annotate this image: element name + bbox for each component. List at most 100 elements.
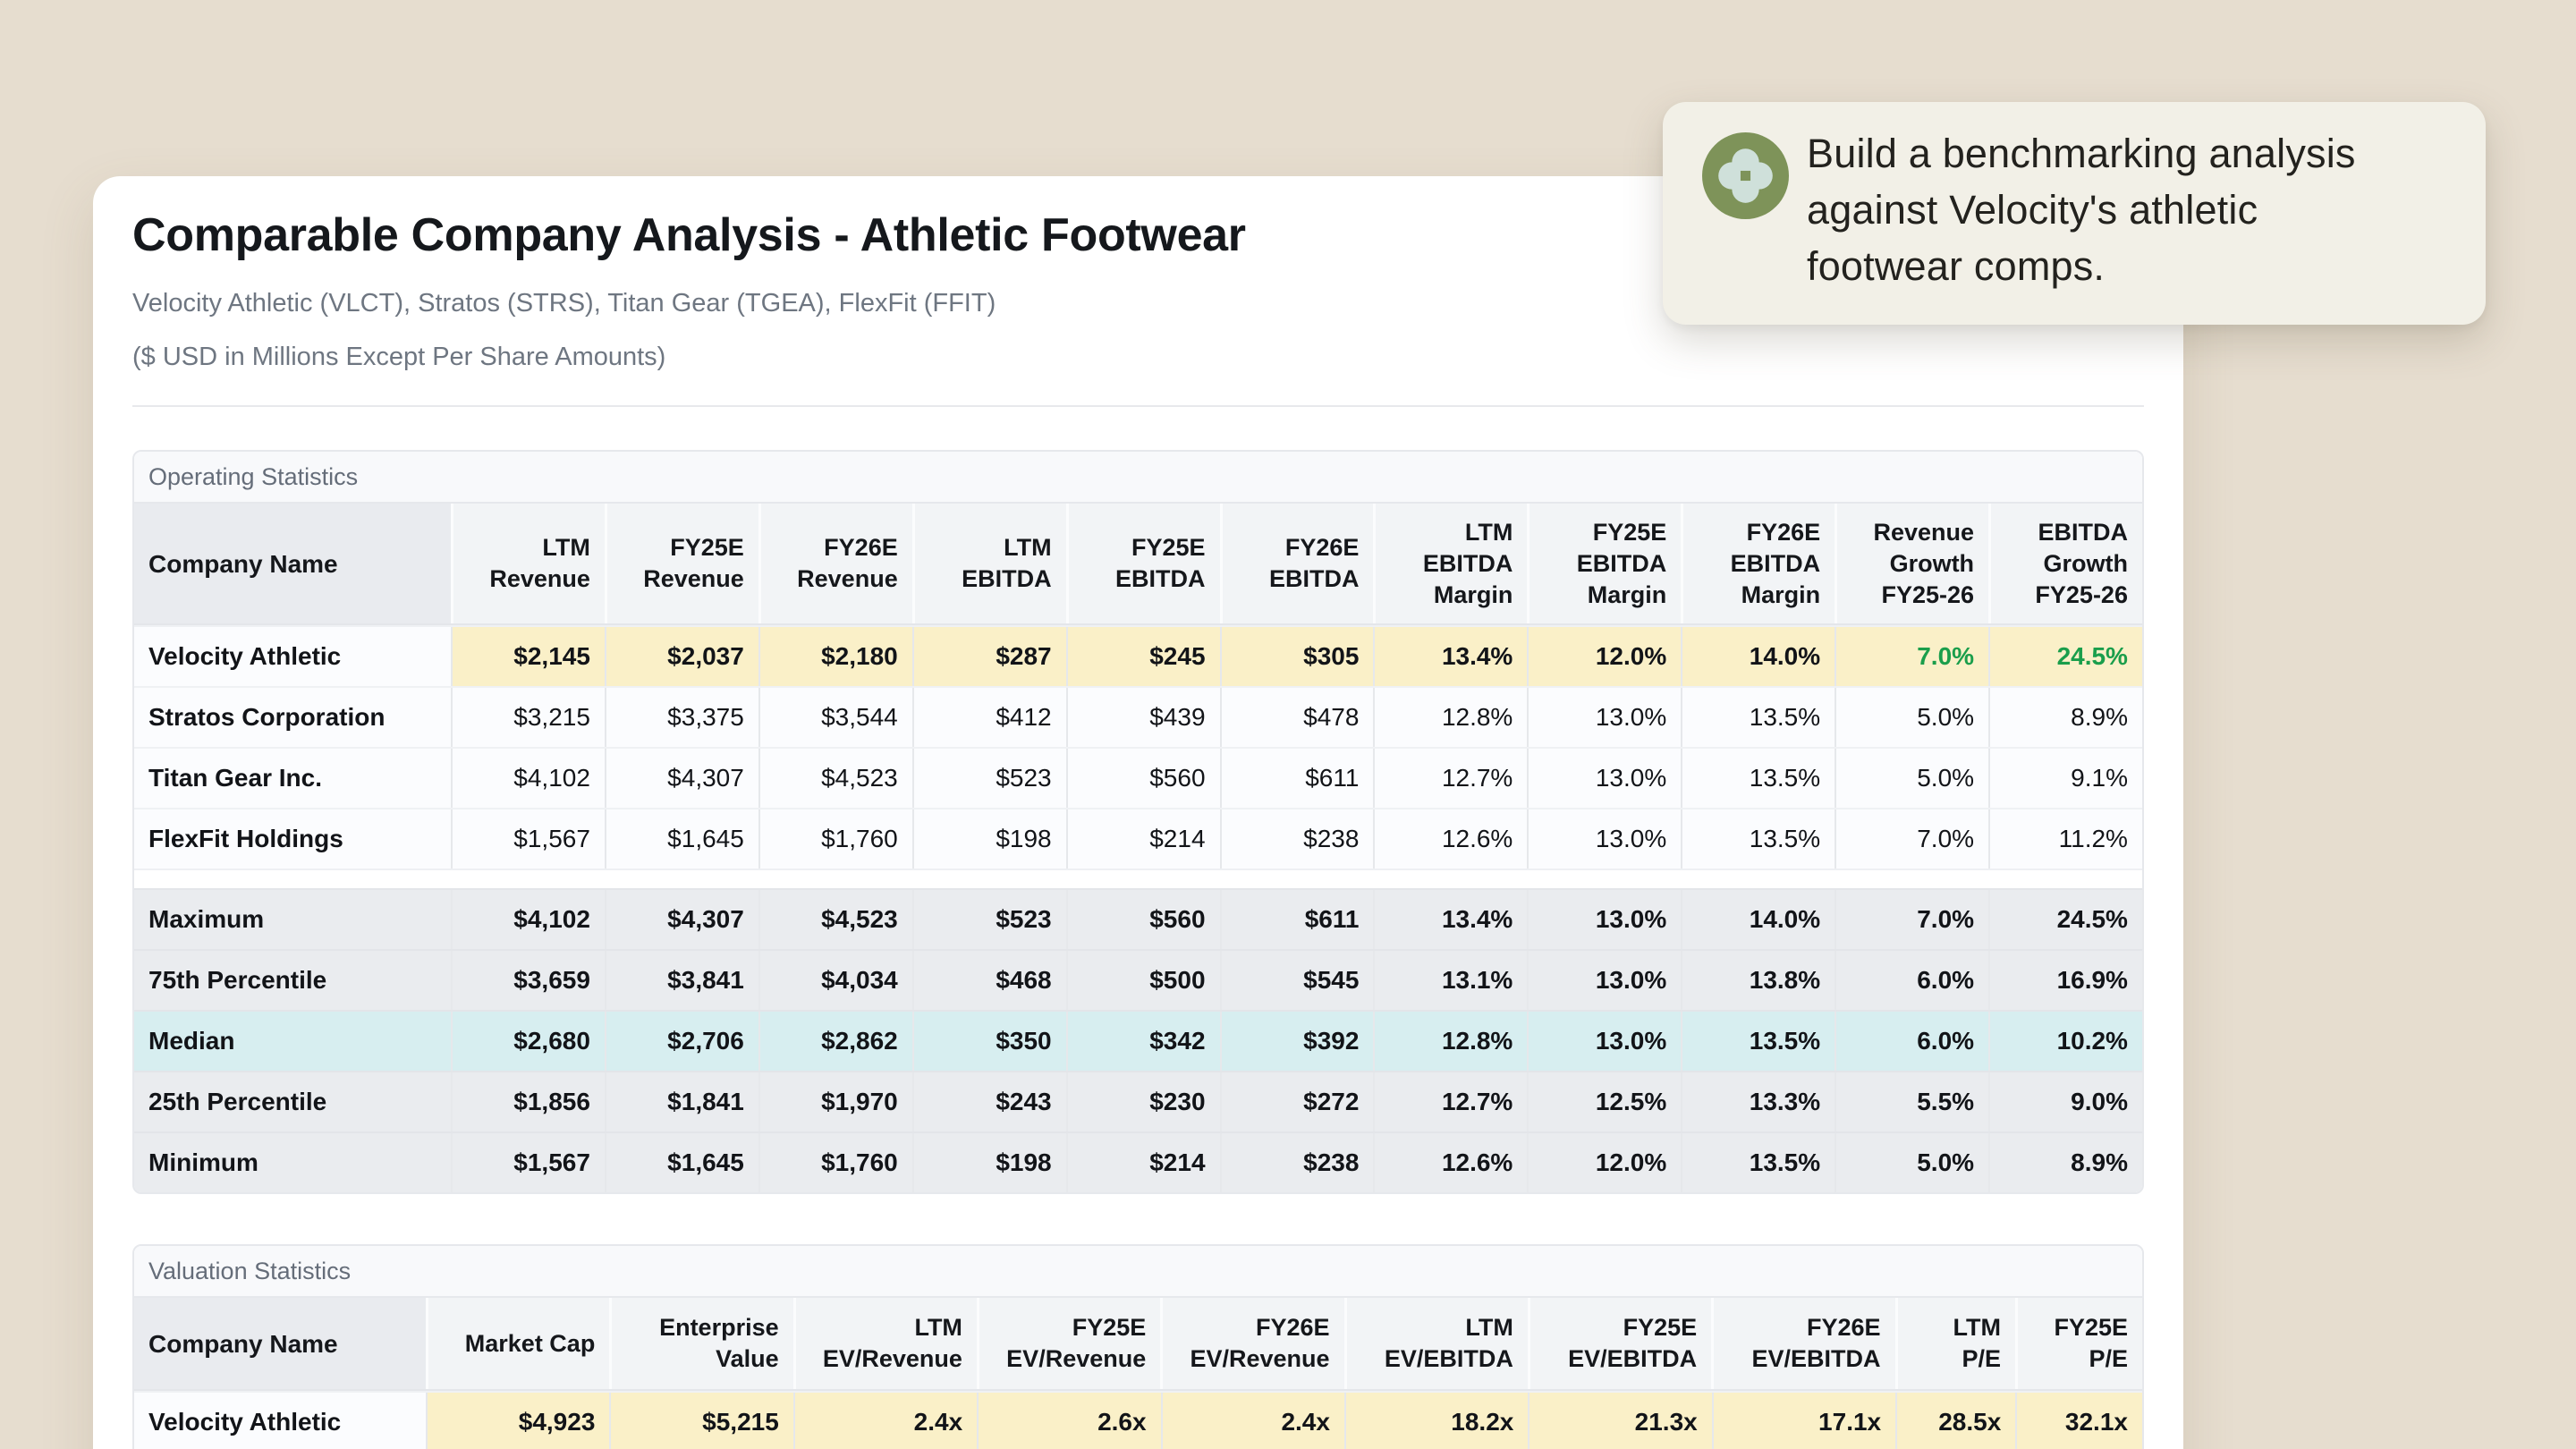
company-name-cell[interactable]: Maximum bbox=[134, 890, 451, 949]
value-cell[interactable]: $214 bbox=[1066, 809, 1220, 869]
value-cell[interactable]: 9.0% bbox=[1988, 1072, 2142, 1131]
value-cell[interactable]: $2,706 bbox=[605, 1012, 758, 1071]
value-cell[interactable]: $523 bbox=[912, 749, 1066, 808]
value-cell[interactable]: 13.0% bbox=[1527, 951, 1681, 1010]
value-cell[interactable]: 7.0% bbox=[1835, 627, 1988, 686]
value-cell[interactable]: $4,102 bbox=[451, 890, 605, 949]
value-cell[interactable]: 6.0% bbox=[1835, 1012, 1988, 1071]
value-cell[interactable]: $350 bbox=[912, 1012, 1066, 1071]
value-cell[interactable]: $214 bbox=[1066, 1133, 1220, 1192]
value-cell[interactable]: $4,307 bbox=[605, 890, 758, 949]
value-cell[interactable]: $611 bbox=[1220, 749, 1374, 808]
value-cell[interactable]: $4,523 bbox=[758, 749, 912, 808]
value-cell[interactable]: $1,645 bbox=[605, 1133, 758, 1192]
value-cell[interactable]: $412 bbox=[912, 688, 1066, 747]
table-row[interactable]: Stratos Corporation$3,215$3,375$3,544$41… bbox=[134, 686, 2142, 747]
value-cell[interactable]: 13.5% bbox=[1681, 688, 1835, 747]
value-cell[interactable]: 12.8% bbox=[1373, 688, 1527, 747]
value-cell[interactable]: $2,037 bbox=[605, 627, 758, 686]
value-cell[interactable]: 13.3% bbox=[1681, 1072, 1835, 1131]
value-cell[interactable]: $468 bbox=[912, 951, 1066, 1010]
value-cell[interactable]: 13.5% bbox=[1681, 749, 1835, 808]
value-cell[interactable]: 7.0% bbox=[1835, 809, 1988, 869]
company-name-cell[interactable]: Velocity Athletic bbox=[134, 1393, 426, 1449]
value-cell[interactable]: 16.9% bbox=[1988, 951, 2142, 1010]
value-cell[interactable]: 24.5% bbox=[1988, 890, 2142, 949]
value-cell[interactable]: $1,567 bbox=[451, 1133, 605, 1192]
value-cell[interactable]: 11.2% bbox=[1988, 809, 2142, 869]
value-cell[interactable]: $4,923 bbox=[426, 1393, 609, 1449]
value-cell[interactable]: 14.0% bbox=[1681, 890, 1835, 949]
value-cell[interactable]: 12.8% bbox=[1373, 1012, 1527, 1071]
summary-row[interactable]: Median$2,680$2,706$2,862$350$342$39212.8… bbox=[134, 1010, 2142, 1071]
value-cell[interactable]: $342 bbox=[1066, 1012, 1220, 1071]
value-cell[interactable]: $1,760 bbox=[758, 1133, 912, 1192]
table-row[interactable]: Velocity Athletic$4,923$5,2152.4x2.6x2.4… bbox=[134, 1391, 2142, 1449]
value-cell[interactable]: $3,544 bbox=[758, 688, 912, 747]
value-cell[interactable]: $560 bbox=[1066, 890, 1220, 949]
value-cell[interactable]: 17.1x bbox=[1712, 1393, 1895, 1449]
value-cell[interactable]: $545 bbox=[1220, 951, 1374, 1010]
value-cell[interactable]: 12.7% bbox=[1373, 749, 1527, 808]
summary-row[interactable]: Minimum$1,567$1,645$1,760$198$214$238 12.… bbox=[134, 1131, 2142, 1192]
value-cell[interactable]: 21.3x bbox=[1528, 1393, 1711, 1449]
value-cell[interactable]: 12.0% bbox=[1527, 627, 1681, 686]
company-name-cell[interactable]: 25th Percentile bbox=[134, 1072, 451, 1131]
summary-row[interactable]: Maximum$4,102$4,307$4,523$523$560$611 13.… bbox=[134, 888, 2142, 949]
value-cell[interactable]: $4,034 bbox=[758, 951, 912, 1010]
company-name-cell[interactable]: FlexFit Holdings bbox=[134, 809, 451, 869]
table-row[interactable]: Titan Gear Inc.$4,102$4,307$4,523$523$56… bbox=[134, 747, 2142, 808]
value-cell[interactable]: $5,215 bbox=[609, 1393, 792, 1449]
value-cell[interactable]: 13.0% bbox=[1527, 1012, 1681, 1071]
value-cell[interactable]: $4,523 bbox=[758, 890, 912, 949]
value-cell[interactable]: $1,645 bbox=[605, 809, 758, 869]
value-cell[interactable]: 28.5x bbox=[1895, 1393, 2015, 1449]
value-cell[interactable]: $238 bbox=[1220, 1133, 1374, 1192]
value-cell[interactable]: $4,102 bbox=[451, 749, 605, 808]
value-cell[interactable]: $272 bbox=[1220, 1072, 1374, 1131]
value-cell[interactable]: 2.4x bbox=[1161, 1393, 1344, 1449]
value-cell[interactable]: 12.0% bbox=[1527, 1133, 1681, 1192]
company-name-cell[interactable]: Titan Gear Inc. bbox=[134, 749, 451, 808]
value-cell[interactable]: $3,215 bbox=[451, 688, 605, 747]
value-cell[interactable]: 2.4x bbox=[793, 1393, 977, 1449]
value-cell[interactable]: 13.4% bbox=[1373, 627, 1527, 686]
value-cell[interactable]: $1,970 bbox=[758, 1072, 912, 1131]
value-cell[interactable]: $439 bbox=[1066, 688, 1220, 747]
company-name-cell[interactable]: Minimum bbox=[134, 1133, 451, 1192]
value-cell[interactable]: $2,180 bbox=[758, 627, 912, 686]
value-cell[interactable]: 24.5% bbox=[1988, 627, 2142, 686]
value-cell[interactable]: $3,375 bbox=[605, 688, 758, 747]
value-cell[interactable]: $523 bbox=[912, 890, 1066, 949]
summary-row[interactable]: 75th Percentile$3,659$3,841$4,034$468$50… bbox=[134, 949, 2142, 1010]
value-cell[interactable]: $2,680 bbox=[451, 1012, 605, 1071]
value-cell[interactable]: $611 bbox=[1220, 890, 1374, 949]
value-cell[interactable]: 13.1% bbox=[1373, 951, 1527, 1010]
company-name-cell[interactable]: Median bbox=[134, 1012, 451, 1071]
value-cell[interactable]: 10.2% bbox=[1988, 1012, 2142, 1071]
company-name-cell[interactable]: 75th Percentile bbox=[134, 951, 451, 1010]
value-cell[interactable]: 5.5% bbox=[1835, 1072, 1988, 1131]
value-cell[interactable]: $245 bbox=[1066, 627, 1220, 686]
value-cell[interactable]: 7.0% bbox=[1835, 890, 1988, 949]
value-cell[interactable]: 8.9% bbox=[1988, 688, 2142, 747]
value-cell[interactable]: $3,659 bbox=[451, 951, 605, 1010]
value-cell[interactable]: 13.0% bbox=[1527, 890, 1681, 949]
value-cell[interactable]: 5.0% bbox=[1835, 688, 1988, 747]
value-cell[interactable]: 13.0% bbox=[1527, 749, 1681, 808]
value-cell[interactable]: 18.2x bbox=[1344, 1393, 1528, 1449]
value-cell[interactable]: 13.5% bbox=[1681, 1012, 1835, 1071]
value-cell[interactable]: $198 bbox=[912, 1133, 1066, 1192]
value-cell[interactable]: $1,567 bbox=[451, 809, 605, 869]
value-cell[interactable]: $1,760 bbox=[758, 809, 912, 869]
company-name-cell[interactable]: Velocity Athletic bbox=[134, 627, 451, 686]
value-cell[interactable]: 13.0% bbox=[1527, 809, 1681, 869]
value-cell[interactable]: 13.8% bbox=[1681, 951, 1835, 1010]
company-name-cell[interactable]: Stratos Corporation bbox=[134, 688, 451, 747]
value-cell[interactable]: $238 bbox=[1220, 809, 1374, 869]
value-cell[interactable]: 13.5% bbox=[1681, 809, 1835, 869]
value-cell[interactable]: 8.9% bbox=[1988, 1133, 2142, 1192]
value-cell[interactable]: $198 bbox=[912, 809, 1066, 869]
value-cell[interactable]: $392 bbox=[1220, 1012, 1374, 1071]
value-cell[interactable]: 5.0% bbox=[1835, 749, 1988, 808]
